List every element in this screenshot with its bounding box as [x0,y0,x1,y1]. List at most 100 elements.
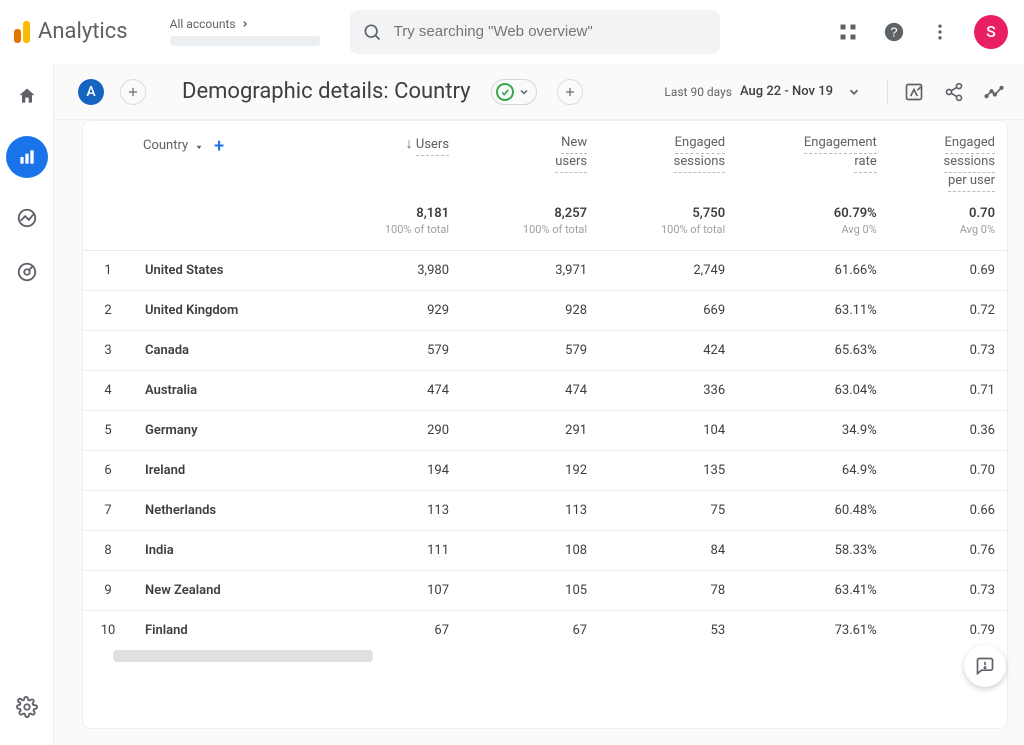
cell-new-users: 105 [461,570,599,610]
scrollbar-thumb[interactable] [113,650,373,662]
cell-eng-sess-per-user: 0.73 [889,570,1007,610]
chevron-down-icon [194,142,204,152]
svg-text:?: ? [890,24,897,39]
table-row[interactable]: 7Netherlands1131137560.48%0.66 [83,490,1007,530]
cell-eng-sess-per-user: 0.73 [889,330,1007,370]
account-name-placeholder [170,36,320,46]
ga-logo[interactable]: Analytics [14,19,128,44]
col-label: per user [948,173,995,192]
cell-new-users: 3,971 [461,250,599,290]
cell-users: 474 [323,370,461,410]
cell-engaged-sessions: 669 [599,290,737,330]
cell-eng-sess-per-user: 0.69 [889,250,1007,290]
col-header-engaged-sessions[interactable]: Engaged sessions [599,121,737,198]
cell-engaged-sessions: 75 [599,490,737,530]
cell-eng-sess-per-user: 0.70 [889,450,1007,490]
customize-report-icon[interactable] [902,80,926,104]
row-index: 3 [83,330,133,370]
table-row[interactable]: 10Finland67675373.61%0.79 [83,610,1007,650]
cell-engagement-rate: 64.9% [737,450,889,490]
cell-new-users: 579 [461,330,599,370]
cell-new-users: 67 [461,610,599,650]
search-bar[interactable] [350,10,720,54]
date-range-picker[interactable]: Last 90 days Aug 22 - Nov 19 [664,84,861,99]
row-country: United Kingdom [133,290,323,330]
cell-engaged-sessions: 424 [599,330,737,370]
ga-logo-icon [14,21,30,43]
date-preset: Last 90 days [664,85,732,99]
cell-engaged-sessions: 53 [599,610,737,650]
dimension-label: Country [143,138,188,155]
table-row[interactable]: 2United Kingdom92992866963.11%0.72 [83,290,1007,330]
col-label: Engaged [945,135,995,154]
table-card: Country + ↓ Users New users [82,120,1008,729]
cell-new-users: 291 [461,410,599,450]
insights-icon[interactable] [982,80,1006,104]
help-icon[interactable]: ? [882,20,906,44]
nav-settings[interactable] [13,693,41,721]
add-filter-button[interactable] [557,79,583,105]
table-row[interactable]: 5Germany29029110434.9%0.36 [83,410,1007,450]
table-row[interactable]: 6Ireland19419213564.9%0.70 [83,450,1007,490]
avatar[interactable]: S [974,15,1008,49]
row-index: 10 [83,610,133,650]
row-index: 7 [83,490,133,530]
report-badge[interactable]: A [78,79,104,105]
cell-engaged-sessions: 135 [599,450,737,490]
product-name: Analytics [38,19,128,44]
nav-reports[interactable] [6,136,48,178]
table-row[interactable]: 9New Zealand1071057863.41%0.73 [83,570,1007,610]
add-comparison-button[interactable] [120,79,146,105]
apps-icon[interactable] [836,20,860,44]
summary-engagement-rate: 60.79% Avg 0% [737,198,889,251]
more-icon[interactable] [928,20,952,44]
col-header-new-users[interactable]: New users [461,121,599,198]
search-input[interactable] [394,23,708,40]
left-nav [0,64,54,745]
account-picker[interactable]: All accounts [160,13,330,49]
dimension-picker[interactable]: Country [143,138,204,155]
row-index: 2 [83,290,133,330]
add-dimension-button[interactable]: + [214,135,224,158]
row-index: 6 [83,450,133,490]
nav-home[interactable] [13,82,41,110]
col-header-eng-sess-per-user[interactable]: Engaged sessions per user [889,121,1007,198]
col-label: rate [854,154,876,173]
nav-advertising[interactable] [13,258,41,286]
share-icon[interactable] [942,80,966,104]
row-country: Ireland [133,450,323,490]
col-header-engagement-rate[interactable]: Engagement rate [737,121,889,198]
table-row[interactable]: 3Canada57957942465.63%0.73 [83,330,1007,370]
row-country: India [133,530,323,570]
col-header-users[interactable]: ↓ Users [323,121,461,198]
cell-engagement-rate: 61.66% [737,250,889,290]
col-label: users [555,154,587,173]
row-country: Netherlands [133,490,323,530]
cell-new-users: 474 [461,370,599,410]
cell-new-users: 113 [461,490,599,530]
horizontal-scrollbar[interactable] [83,650,1007,662]
cell-new-users: 928 [461,290,599,330]
table-row[interactable]: 4Australia47447433663.04%0.71 [83,370,1007,410]
cell-eng-sess-per-user: 0.36 [889,410,1007,450]
cell-eng-sess-per-user: 0.71 [889,370,1007,410]
col-label: sessions [944,154,996,173]
row-country: United States [133,250,323,290]
sort-desc-icon: ↓ [406,136,413,152]
check-circle-icon [496,83,514,101]
table-row[interactable]: 1United States3,9803,9712,74961.66%0.69 [83,250,1007,290]
cell-eng-sess-per-user: 0.79 [889,610,1007,650]
cell-engagement-rate: 60.48% [737,490,889,530]
main-area: A Demographic details: Country Last 90 d… [54,64,1024,745]
summary-engaged-sessions: 5,750 100% of total [599,198,737,251]
table-row[interactable]: 8India1111088458.33%0.76 [83,530,1007,570]
nav-explore[interactable] [13,204,41,232]
cell-users: 107 [323,570,461,610]
cell-engaged-sessions: 78 [599,570,737,610]
feedback-button[interactable] [964,645,1006,687]
row-country: Finland [133,610,323,650]
col-label: sessions [674,154,726,173]
top-bar: Analytics All accounts ? S [0,0,1024,64]
row-country: Germany [133,410,323,450]
status-pill[interactable] [491,79,537,105]
